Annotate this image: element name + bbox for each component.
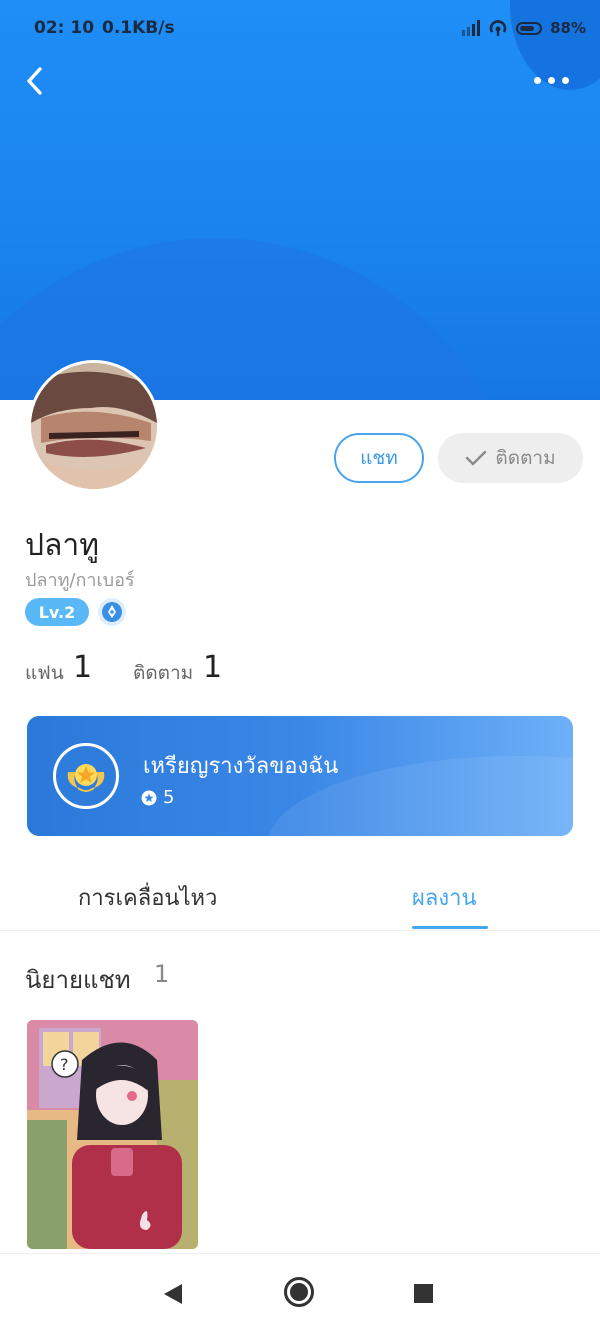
chat-button[interactable]: แชท [334, 433, 424, 483]
nav-home-icon[interactable] [284, 1277, 314, 1307]
fans-count[interactable]: 1 [73, 650, 92, 685]
check-icon [466, 450, 487, 466]
status-speed: 0.1KB/s [102, 18, 175, 38]
medal-card[interactable]: เหรียญรางวัลของฉัน 5 [27, 716, 573, 836]
divider [0, 930, 600, 931]
medal-count-value: 5 [163, 787, 175, 808]
profile-name: ปลาทู [25, 528, 100, 563]
star-icon [141, 790, 157, 805]
svg-text:?: ? [60, 1055, 69, 1074]
story-cover[interactable]: ? [27, 1020, 198, 1249]
section-count: 1 [154, 960, 170, 988]
follow-button[interactable]: ติดตาม [438, 433, 583, 483]
battery-icon [516, 21, 543, 35]
nav-recent-icon[interactable] [414, 1284, 433, 1303]
signal-icon [462, 20, 481, 36]
status-time: 02: 10 [34, 18, 95, 38]
avatar[interactable] [28, 360, 160, 492]
following-label[interactable]: ติดตาม [133, 658, 193, 688]
status-bar: 02: 10 0.1KB/s 88% [34, 18, 586, 42]
chat-button-label: แชท [360, 447, 398, 469]
profile-header: 02: 10 0.1KB/s 88% [0, 0, 600, 400]
more-icon[interactable] [534, 70, 574, 90]
tab-active-indicator [412, 926, 488, 929]
avatar-image [31, 363, 157, 489]
following-count[interactable]: 1 [203, 650, 222, 685]
status-icons: 88% [462, 18, 586, 38]
follow-button-label: ติดตาม [495, 447, 556, 469]
fans-label[interactable]: แฟน [25, 658, 64, 688]
medal-icon [53, 743, 119, 809]
section-title: นิยายแชท [25, 966, 131, 994]
battery-level: 88% [550, 19, 586, 37]
profile-handle: ปลาทู/กาเบอร์ [25, 570, 135, 591]
tab-works[interactable]: ผลงาน [412, 880, 477, 915]
medal-title: เหรียญรางวัลของฉัน [143, 754, 339, 779]
hotspot-icon [489, 20, 507, 36]
tab-activity[interactable]: การเคลื่อนไหว [78, 880, 217, 915]
medal-count: 5 [141, 787, 174, 808]
back-arrow-icon[interactable] [22, 64, 52, 98]
system-nav-bar [0, 1253, 600, 1334]
verified-pen-icon[interactable] [98, 598, 126, 626]
nav-back-icon[interactable] [162, 1282, 184, 1306]
level-badge[interactable]: Lv.2 [25, 598, 89, 626]
story-cover-image: ? [27, 1020, 198, 1249]
